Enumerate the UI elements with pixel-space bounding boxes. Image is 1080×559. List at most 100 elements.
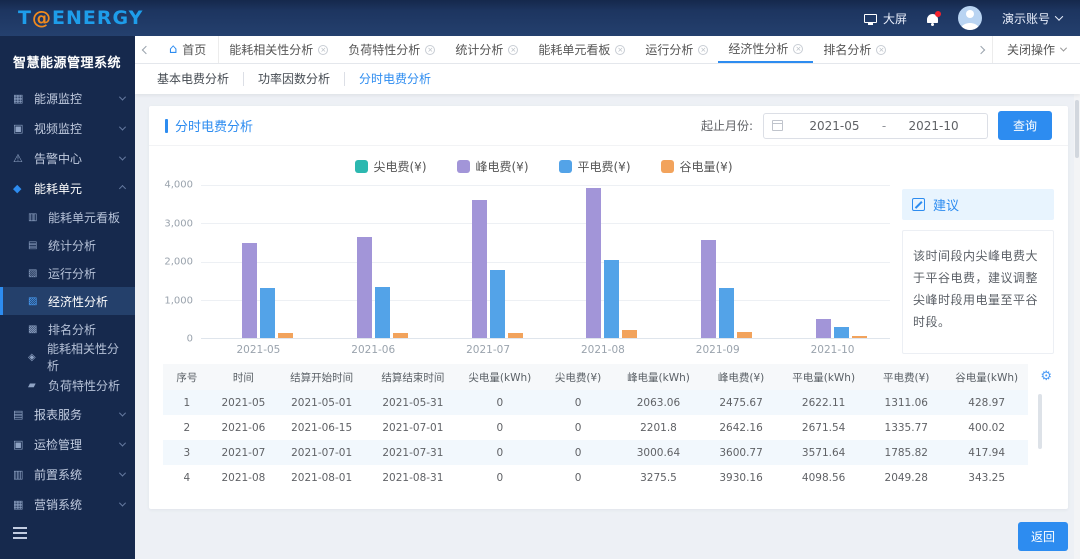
sidebar-subitem-statistical-analysis[interactable]: ▤ 统计分析 — [0, 231, 135, 259]
bar-valley-2021-06[interactable] — [392, 333, 408, 338]
legend-item-valley[interactable]: 谷电量(¥) — [660, 158, 733, 175]
legend-swatch — [354, 160, 368, 173]
query-button[interactable]: 查询 — [997, 111, 1052, 140]
suggestion-title: 建议 — [933, 199, 960, 214]
table-cell: 2063.06 — [615, 390, 702, 415]
close-operations-dropdown[interactable]: 关闭操作 — [991, 36, 1080, 63]
tab-statistical-analysis[interactable]: 统计分析 × — [445, 36, 528, 63]
tab-economic-analysis[interactable]: 经济性分析 × — [718, 36, 814, 63]
subtab-basic-electricity-fee[interactable]: 基本电费分析 — [143, 72, 243, 86]
table-cell: 0 — [574, 471, 582, 483]
table-cell: 1311.06 — [867, 390, 946, 415]
month-range-input[interactable]: 2021-05 - 2021-10 — [762, 112, 988, 139]
subtab-power-factor[interactable]: 功率因数分析 — [243, 72, 344, 86]
sidebar-item-video-monitoring[interactable]: ▣ 视频监控 — [0, 113, 135, 143]
table-cell: 428.97 — [945, 390, 1028, 415]
sidebar-subitem-load-characteristic[interactable]: ▰ 负荷特性分析 — [0, 371, 135, 399]
bar-flat-2021-09[interactable] — [719, 287, 735, 338]
bar-flat-2021-10[interactable] — [834, 326, 850, 338]
tab-load-characteristic-analysis[interactable]: 负荷特性分析 × — [338, 36, 445, 63]
table-settings-gear-icon[interactable]: ⚙ — [1040, 370, 1052, 383]
stats-analysis-icon: ▤ — [28, 239, 38, 251]
bar-peak-2021-09[interactable] — [701, 240, 717, 338]
close-tab-icon[interactable]: × — [698, 44, 709, 55]
tab-bar: ⌂ 首页 能耗相关性分析 × 负荷特性分析 × 统计分析 × 能耗单元看板 × 运行分析 × 经济性… — [135, 36, 1080, 64]
sidebar-subitem-operation-analysis[interactable]: ▧ 运行分析 — [0, 259, 135, 287]
sidebar-subitem-economic-analysis[interactable]: ▨ 经济性分析 — [0, 287, 135, 315]
collapse-menu-icon[interactable] — [13, 527, 27, 539]
tab-home[interactable]: ⌂ 首页 — [157, 36, 220, 63]
marketing-system-icon: ▦ — [13, 497, 24, 511]
table-row-3: 3 2021-07 2021-07-01 2021-07-31 0 0 3000.64 360… — [163, 440, 1028, 465]
legend-item-sharp[interactable]: 尖电费(¥) — [354, 158, 427, 175]
bar-peak-2021-05[interactable] — [241, 243, 257, 338]
app-logo: T@ENERGY — [18, 7, 144, 29]
tab-correlation-analysis[interactable]: 能耗相关性分析 × — [219, 36, 338, 63]
sidebar-item-report-service[interactable]: ▤ 报表服务 — [0, 399, 135, 429]
legend-item-flat[interactable]: 平电费(¥) — [558, 158, 631, 175]
notifications-button[interactable] — [926, 10, 941, 23]
economic-analysis-icon: ▨ — [28, 295, 38, 307]
sidebar-subitem-correlation-analysis[interactable]: ◈ 能耗相关性分析 — [0, 342, 135, 373]
section-title: 分时电费分析 — [165, 116, 253, 135]
user-avatar[interactable] — [957, 6, 982, 30]
table-cell: 2021-05-31 — [367, 390, 459, 415]
video-monitor-icon: ▣ — [13, 121, 24, 135]
sidebar-subitem-ranking-analysis[interactable]: ▩ 排名分析 — [0, 315, 135, 343]
bar-valley-2021-10[interactable] — [852, 336, 868, 338]
sidebar-item-alarm-center[interactable]: ⚠ 告警中心 — [0, 143, 135, 173]
bar-flat-2021-06[interactable] — [374, 286, 390, 338]
bar-peak-2021-10[interactable] — [816, 318, 832, 338]
sidebar-item-front-system[interactable]: ▥ 前置系统 — [0, 459, 135, 489]
table-cell: 1 — [163, 390, 211, 415]
bar-valley-2021-09[interactable] — [737, 331, 753, 338]
sidebar-item-energy-monitoring[interactable]: ▦ 能源监控 — [0, 83, 135, 113]
table-cell: 2021-06 — [221, 421, 266, 434]
x-tick-label: 2021-07 — [466, 344, 510, 356]
close-tab-icon[interactable]: × — [615, 44, 626, 55]
table-row-2: 2 2021-06 2021-06-15 2021-07-01 0 0 2201.8 2642… — [163, 415, 1028, 440]
close-tab-icon[interactable]: × — [876, 44, 887, 55]
front-system-icon: ▥ — [13, 467, 24, 481]
tabs-scroll-right-icon[interactable] — [970, 45, 992, 54]
table-scrollbar[interactable] — [1038, 394, 1042, 449]
chevron-down-icon — [118, 153, 127, 161]
subtab-time-of-use-fee[interactable]: 分时电费分析 — [344, 72, 445, 86]
column-header: 平电费(¥) — [867, 364, 946, 390]
table-cell: 2642.16 — [719, 421, 763, 434]
tab-label: 能耗相关性分析 — [229, 43, 314, 57]
bar-peak-2021-07[interactable] — [471, 200, 487, 338]
bar-flat-2021-08[interactable] — [604, 259, 620, 338]
bar-valley-2021-08[interactable] — [622, 330, 638, 338]
close-tab-icon[interactable]: × — [793, 43, 804, 54]
bar-peak-2021-08[interactable] — [586, 187, 602, 338]
sidebar-item-marketing-system[interactable]: ▦ 营销系统 — [0, 489, 135, 519]
tab-label: 排名分析 — [823, 43, 872, 57]
tabs-scroll-left-icon[interactable] — [135, 45, 157, 54]
bar-flat-2021-05[interactable] — [259, 287, 275, 338]
table-cell: 0 — [496, 421, 504, 434]
return-button[interactable]: 返回 — [1017, 522, 1068, 551]
chevron-down-icon — [118, 469, 127, 477]
bar-valley-2021-07[interactable] — [507, 333, 523, 338]
tab-ranking-analysis[interactable]: 排名分析 × — [813, 36, 896, 63]
tab-energy-unit-board[interactable]: 能耗单元看板 × — [528, 36, 635, 63]
close-tab-icon[interactable]: × — [425, 44, 436, 55]
close-tab-icon[interactable]: × — [318, 44, 329, 55]
account-menu[interactable]: 演示账号 — [1001, 10, 1064, 27]
table-cell: 3930.16 — [719, 471, 763, 483]
bar-valley-2021-05[interactable] — [277, 333, 293, 338]
sidebar-item-maintenance-management[interactable]: ▣ 运检管理 — [0, 429, 135, 459]
tab-operation-analysis[interactable]: 运行分析 × — [635, 36, 718, 63]
page-scrollbar[interactable] — [1074, 94, 1080, 559]
table-cell: 0 — [541, 440, 615, 465]
legend-item-peak[interactable]: 峰电费(¥) — [456, 158, 529, 175]
sidebar-item-energy-unit[interactable]: ◆ 能耗单元 — [0, 173, 135, 203]
bar-flat-2021-07[interactable] — [489, 269, 505, 338]
close-tab-icon[interactable]: × — [508, 44, 519, 55]
bar-peak-2021-06[interactable] — [356, 236, 372, 338]
tab-label: 统计分析 — [455, 43, 504, 57]
big-screen-button[interactable]: 大屏 — [863, 10, 907, 27]
account-label: 演示账号 — [1001, 11, 1050, 26]
sidebar-subitem-energy-unit-board[interactable]: ▥ 能耗单元看板 — [0, 203, 135, 231]
